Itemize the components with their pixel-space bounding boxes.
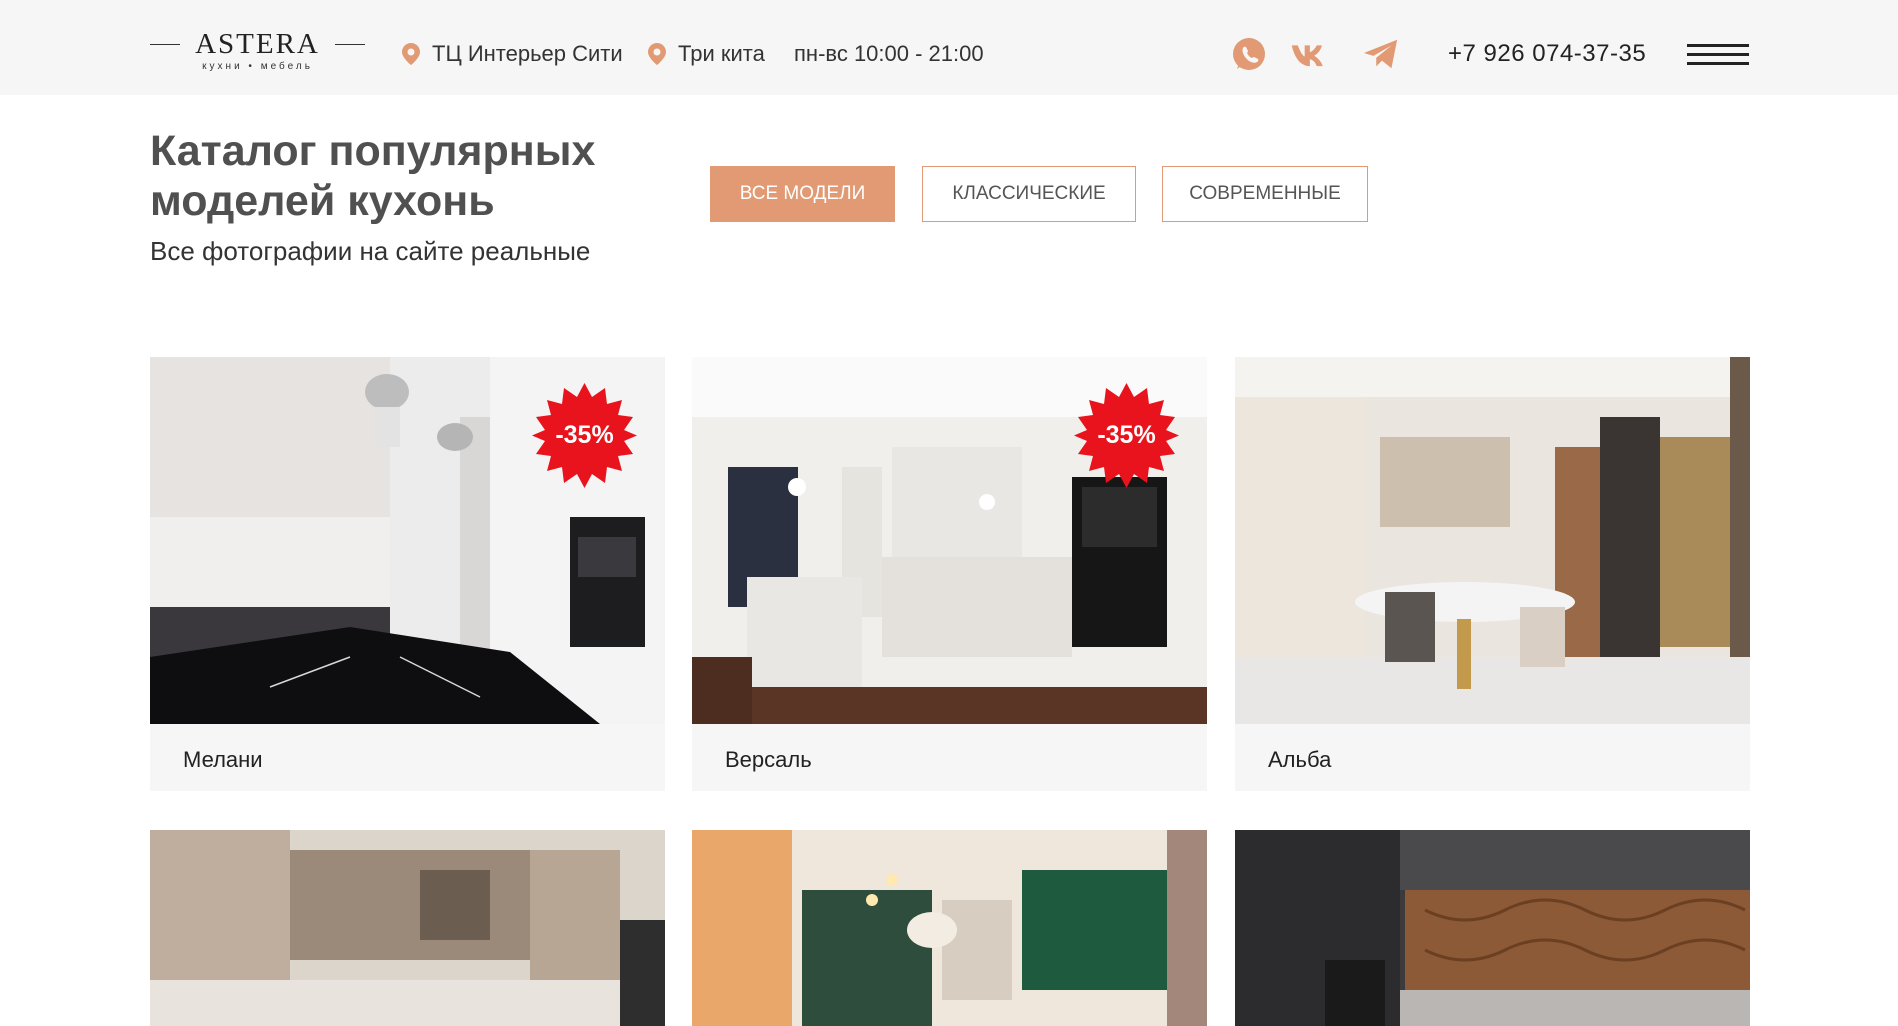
filter-modern-button[interactable]: СОВРЕМЕННЫЕ bbox=[1162, 166, 1368, 222]
kitchen-photo bbox=[150, 830, 665, 1026]
filter-all-button[interactable]: ВСЕ МОДЕЛИ bbox=[710, 166, 895, 222]
discount-badge-text: -35% bbox=[555, 421, 614, 449]
address-1-text: ТЦ Интерьер Сити bbox=[432, 41, 623, 66]
page-subtitle: Все фотографии на сайте реальные bbox=[150, 236, 591, 266]
product-card-5[interactable] bbox=[692, 830, 1207, 1026]
address-link-2[interactable]: Три кита bbox=[648, 41, 765, 67]
telegram-icon[interactable] bbox=[1362, 36, 1400, 72]
working-hours: пн-вс 10:00 - 21:00 bbox=[794, 41, 984, 66]
page-title: Каталог популярных моделей кухонь bbox=[150, 127, 596, 225]
phone-number[interactable]: +7 926 074-37-35 bbox=[1448, 40, 1646, 68]
product-card-melani[interactable]: -35% Мелани bbox=[150, 357, 665, 791]
burger-line bbox=[1687, 44, 1749, 47]
location-pin-icon bbox=[402, 43, 420, 65]
logo-main-text: ASTERA bbox=[195, 28, 320, 60]
burger-line bbox=[1687, 53, 1749, 56]
whatsapp-icon[interactable] bbox=[1230, 36, 1268, 72]
logo-sub-text: кухни • мебель bbox=[202, 61, 313, 72]
filter-classic-button[interactable]: КЛАССИЧЕСКИЕ bbox=[922, 166, 1136, 222]
kitchen-photo bbox=[1235, 357, 1750, 724]
product-card-versal[interactable]: -35% Версаль bbox=[692, 357, 1207, 791]
vk-icon[interactable] bbox=[1290, 36, 1328, 72]
kitchen-photo bbox=[692, 830, 1207, 1026]
address-2-text: Три кита bbox=[678, 41, 765, 66]
address-link-1[interactable]: ТЦ Интерьер Сити bbox=[402, 41, 623, 67]
burger-line bbox=[1687, 62, 1749, 65]
menu-burger-icon[interactable] bbox=[1687, 44, 1749, 66]
logo[interactable]: ASTERA кухни • мебель bbox=[150, 28, 365, 76]
site-header: ASTERA кухни • мебель ТЦ Интерьер Сити Т… bbox=[0, 0, 1898, 95]
discount-badge-text: -35% bbox=[1097, 421, 1156, 449]
product-card-6[interactable] bbox=[1235, 830, 1750, 1026]
location-pin-icon bbox=[648, 43, 666, 65]
kitchen-photo bbox=[1235, 830, 1750, 1026]
product-card-4[interactable] bbox=[150, 830, 665, 1026]
product-card-alba[interactable]: Альба bbox=[1235, 357, 1750, 791]
product-name: Мелани bbox=[183, 747, 263, 772]
product-name: Альба bbox=[1268, 747, 1332, 772]
product-name: Версаль bbox=[725, 747, 812, 772]
